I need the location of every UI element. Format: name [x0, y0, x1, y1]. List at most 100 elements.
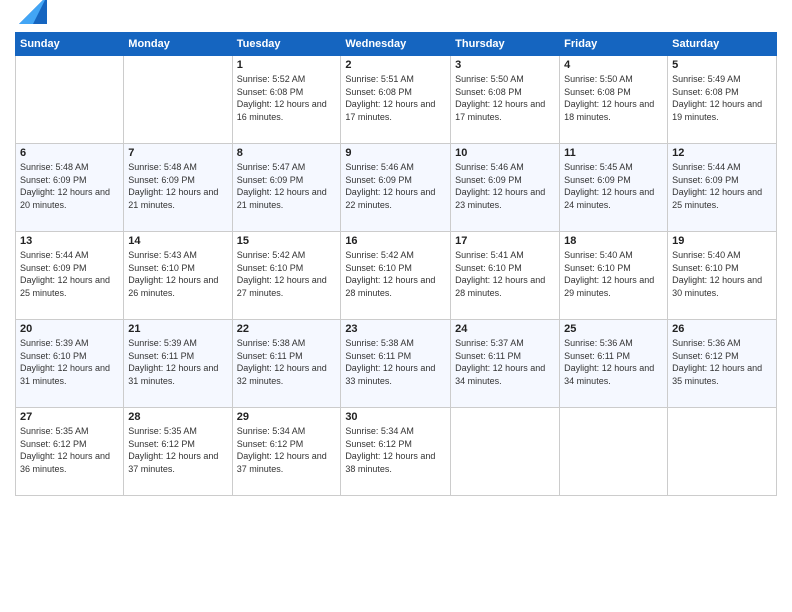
day-info: Sunrise: 5:51 AM Sunset: 6:08 PM Dayligh…	[345, 73, 446, 123]
day-cell: 23 Sunrise: 5:38 AM Sunset: 6:11 PM Dayli…	[341, 320, 451, 408]
day-info: Sunrise: 5:34 AM Sunset: 6:12 PM Dayligh…	[345, 425, 446, 475]
day-number: 29	[237, 411, 337, 423]
day-info: Sunrise: 5:47 AM Sunset: 6:09 PM Dayligh…	[237, 161, 337, 211]
day-number: 17	[455, 235, 555, 247]
day-number: 22	[237, 323, 337, 335]
day-info: Sunrise: 5:41 AM Sunset: 6:10 PM Dayligh…	[455, 249, 555, 299]
day-cell: 9 Sunrise: 5:46 AM Sunset: 6:09 PM Daylig…	[341, 144, 451, 232]
day-info: Sunrise: 5:46 AM Sunset: 6:09 PM Dayligh…	[345, 161, 446, 211]
day-cell: 24 Sunrise: 5:37 AM Sunset: 6:11 PM Dayli…	[451, 320, 560, 408]
day-info: Sunrise: 5:44 AM Sunset: 6:09 PM Dayligh…	[20, 249, 119, 299]
day-cell: 6 Sunrise: 5:48 AM Sunset: 6:09 PM Daylig…	[16, 144, 124, 232]
day-cell: 2 Sunrise: 5:51 AM Sunset: 6:08 PM Daylig…	[341, 56, 451, 144]
col-header-thursday: Thursday	[451, 33, 560, 56]
day-info: Sunrise: 5:48 AM Sunset: 6:09 PM Dayligh…	[20, 161, 119, 211]
day-number: 4	[564, 59, 663, 71]
day-number: 13	[20, 235, 119, 247]
col-header-tuesday: Tuesday	[232, 33, 341, 56]
week-row-1: 1 Sunrise: 5:52 AM Sunset: 6:08 PM Daylig…	[16, 56, 777, 144]
day-info: Sunrise: 5:44 AM Sunset: 6:09 PM Dayligh…	[672, 161, 772, 211]
day-cell	[16, 56, 124, 144]
day-info: Sunrise: 5:39 AM Sunset: 6:10 PM Dayligh…	[20, 337, 119, 387]
day-info: Sunrise: 5:46 AM Sunset: 6:09 PM Dayligh…	[455, 161, 555, 211]
day-number: 7	[128, 147, 227, 159]
day-number: 23	[345, 323, 446, 335]
col-header-sunday: Sunday	[16, 33, 124, 56]
day-number: 19	[672, 235, 772, 247]
page: SundayMondayTuesdayWednesdayThursdayFrid…	[0, 0, 792, 612]
week-row-3: 13 Sunrise: 5:44 AM Sunset: 6:09 PM Dayli…	[16, 232, 777, 320]
day-cell: 13 Sunrise: 5:44 AM Sunset: 6:09 PM Dayli…	[16, 232, 124, 320]
day-cell: 19Sunrise: 5:40 AM Sunset: 6:10 PM Dayli…	[668, 232, 777, 320]
day-number: 20	[20, 323, 119, 335]
day-cell: 26 Sunrise: 5:36 AM Sunset: 6:12 PM Dayli…	[668, 320, 777, 408]
day-cell: 7 Sunrise: 5:48 AM Sunset: 6:09 PM Daylig…	[124, 144, 232, 232]
day-cell	[668, 408, 777, 496]
day-number: 2	[345, 59, 446, 71]
day-info: Sunrise: 5:50 AM Sunset: 6:08 PM Dayligh…	[455, 73, 555, 123]
col-header-friday: Friday	[560, 33, 668, 56]
day-number: 10	[455, 147, 555, 159]
day-number: 5	[672, 59, 772, 71]
day-cell: 30 Sunrise: 5:34 AM Sunset: 6:12 PM Dayli…	[341, 408, 451, 496]
day-number: 6	[20, 147, 119, 159]
day-cell: 14Sunrise: 5:43 AM Sunset: 6:10 PM Dayli…	[124, 232, 232, 320]
day-number: 15	[237, 235, 337, 247]
day-number: 26	[672, 323, 772, 335]
day-info: Sunrise: 5:52 AM Sunset: 6:08 PM Dayligh…	[237, 73, 337, 123]
day-info: Sunrise: 5:35 AM Sunset: 6:12 PM Dayligh…	[20, 425, 119, 475]
day-number: 12	[672, 147, 772, 159]
col-header-monday: Monday	[124, 33, 232, 56]
calendar-table: SundayMondayTuesdayWednesdayThursdayFrid…	[15, 32, 777, 496]
day-info: Sunrise: 5:48 AM Sunset: 6:09 PM Dayligh…	[128, 161, 227, 211]
col-header-wednesday: Wednesday	[341, 33, 451, 56]
day-cell: 8Sunrise: 5:47 AM Sunset: 6:09 PM Daylig…	[232, 144, 341, 232]
day-info: Sunrise: 5:38 AM Sunset: 6:11 PM Dayligh…	[345, 337, 446, 387]
day-number: 28	[128, 411, 227, 423]
day-number: 1	[237, 59, 337, 71]
calendar-header-row: SundayMondayTuesdayWednesdayThursdayFrid…	[16, 33, 777, 56]
day-cell: 1 Sunrise: 5:52 AM Sunset: 6:08 PM Daylig…	[232, 56, 341, 144]
day-cell: 27 Sunrise: 5:35 AM Sunset: 6:12 PM Dayli…	[16, 408, 124, 496]
day-cell: 10 Sunrise: 5:46 AM Sunset: 6:09 PM Dayli…	[451, 144, 560, 232]
day-cell: 29 Sunrise: 5:34 AM Sunset: 6:12 PM Dayli…	[232, 408, 341, 496]
day-info: Sunrise: 5:34 AM Sunset: 6:12 PM Dayligh…	[237, 425, 337, 475]
day-number: 18	[564, 235, 663, 247]
day-number: 11	[564, 147, 663, 159]
day-info: Sunrise: 5:36 AM Sunset: 6:11 PM Dayligh…	[564, 337, 663, 387]
col-header-saturday: Saturday	[668, 33, 777, 56]
day-cell: 28 Sunrise: 5:35 AM Sunset: 6:12 PM Dayli…	[124, 408, 232, 496]
day-cell: 22 Sunrise: 5:38 AM Sunset: 6:11 PM Dayli…	[232, 320, 341, 408]
week-row-2: 6 Sunrise: 5:48 AM Sunset: 6:09 PM Daylig…	[16, 144, 777, 232]
day-number: 9	[345, 147, 446, 159]
day-info: Sunrise: 5:50 AM Sunset: 6:08 PM Dayligh…	[564, 73, 663, 123]
day-info: Sunrise: 5:42 AM Sunset: 6:10 PM Dayligh…	[237, 249, 337, 299]
day-number: 24	[455, 323, 555, 335]
day-cell: 21Sunrise: 5:39 AM Sunset: 6:11 PM Dayli…	[124, 320, 232, 408]
day-cell: 3Sunrise: 5:50 AM Sunset: 6:08 PM Daylig…	[451, 56, 560, 144]
day-cell: 12 Sunrise: 5:44 AM Sunset: 6:09 PM Dayli…	[668, 144, 777, 232]
logo	[15, 10, 47, 24]
day-cell: 5 Sunrise: 5:49 AM Sunset: 6:08 PM Daylig…	[668, 56, 777, 144]
day-info: Sunrise: 5:35 AM Sunset: 6:12 PM Dayligh…	[128, 425, 227, 475]
day-cell: 18 Sunrise: 5:40 AM Sunset: 6:10 PM Dayli…	[560, 232, 668, 320]
day-number: 27	[20, 411, 119, 423]
day-number: 25	[564, 323, 663, 335]
day-cell: 11 Sunrise: 5:45 AM Sunset: 6:09 PM Dayli…	[560, 144, 668, 232]
day-info: Sunrise: 5:45 AM Sunset: 6:09 PM Dayligh…	[564, 161, 663, 211]
day-info: Sunrise: 5:42 AM Sunset: 6:10 PM Dayligh…	[345, 249, 446, 299]
day-info: Sunrise: 5:36 AM Sunset: 6:12 PM Dayligh…	[672, 337, 772, 387]
day-number: 30	[345, 411, 446, 423]
day-number: 21	[128, 323, 227, 335]
header	[15, 10, 777, 24]
day-cell	[560, 408, 668, 496]
day-info: Sunrise: 5:37 AM Sunset: 6:11 PM Dayligh…	[455, 337, 555, 387]
day-info: Sunrise: 5:43 AM Sunset: 6:10 PM Dayligh…	[128, 249, 227, 299]
day-number: 16	[345, 235, 446, 247]
day-cell: 17 Sunrise: 5:41 AM Sunset: 6:10 PM Dayli…	[451, 232, 560, 320]
day-info: Sunrise: 5:49 AM Sunset: 6:08 PM Dayligh…	[672, 73, 772, 123]
day-cell: 20 Sunrise: 5:39 AM Sunset: 6:10 PM Dayli…	[16, 320, 124, 408]
day-cell: 16 Sunrise: 5:42 AM Sunset: 6:10 PM Dayli…	[341, 232, 451, 320]
day-info: Sunrise: 5:40 AM Sunset: 6:10 PM Dayligh…	[564, 249, 663, 299]
day-info: Sunrise: 5:38 AM Sunset: 6:11 PM Dayligh…	[237, 337, 337, 387]
